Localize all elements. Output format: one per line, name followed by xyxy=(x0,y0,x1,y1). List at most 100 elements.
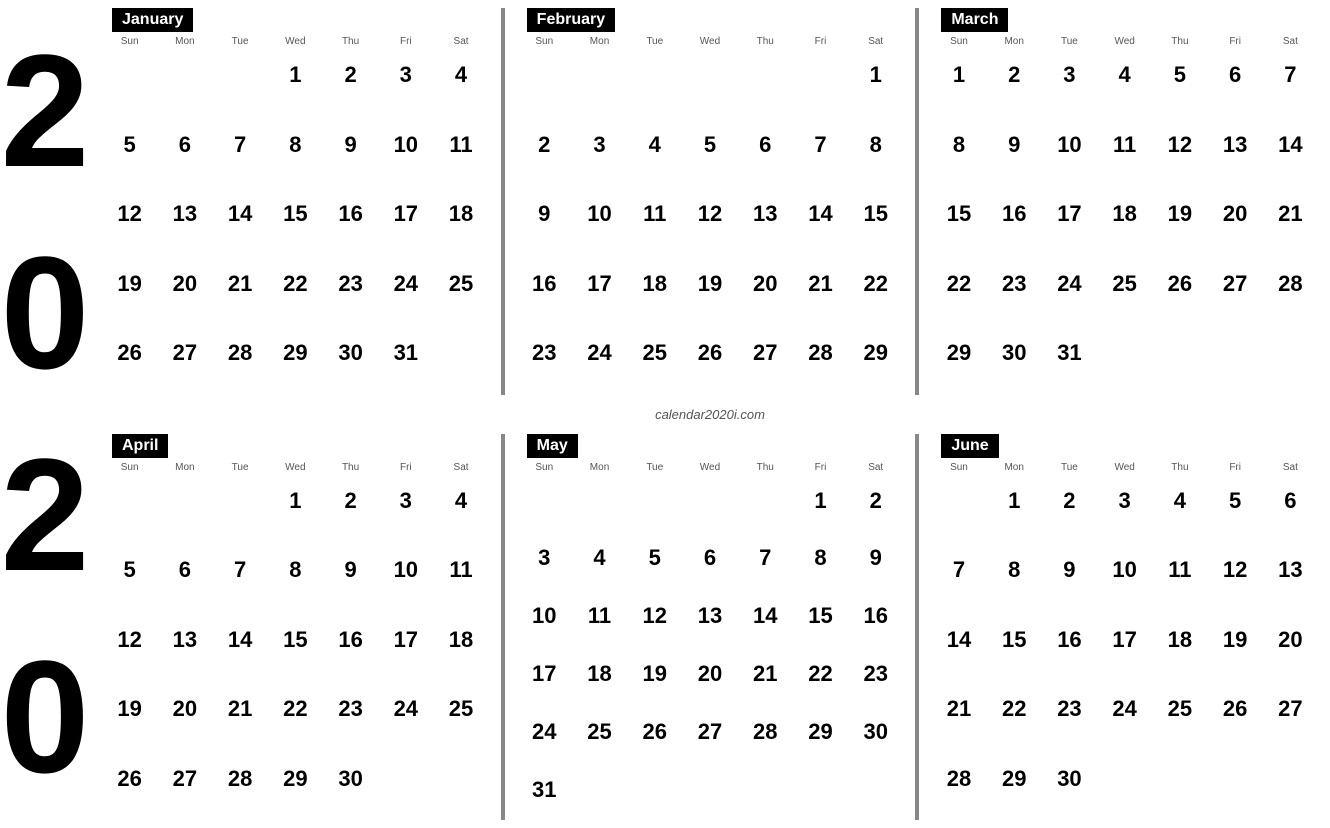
dow-label: Thu xyxy=(323,36,378,47)
dow-label: Sun xyxy=(102,462,157,473)
cal-day-cell: 13 xyxy=(682,590,737,642)
cal-day-cell: 9 xyxy=(1042,544,1097,596)
dow-label: Tue xyxy=(627,36,682,47)
dow-label: Fri xyxy=(793,36,848,47)
cal-day-cell: 12 xyxy=(1208,544,1263,596)
cal-day-cell: 20 xyxy=(738,258,793,310)
cal-day-cell: 23 xyxy=(848,648,903,700)
cal-day-cell: 8 xyxy=(987,544,1042,596)
cal-day-cell: 3 xyxy=(572,119,627,171)
dow-label: Mon xyxy=(572,462,627,473)
watermark: calendar2020i.com xyxy=(90,403,1330,426)
cal-day-cell: 4 xyxy=(1152,475,1207,527)
cal-day-cell: 25 xyxy=(433,258,488,310)
cal-day-cell: 7 xyxy=(793,119,848,171)
dow-label: Thu xyxy=(323,462,378,473)
month-june: JuneSunMonTueWedThuFriSat123456789101112… xyxy=(919,426,1330,828)
dow-label: Mon xyxy=(572,36,627,47)
cal-day-cell: 8 xyxy=(268,544,323,596)
cal-day-cell: 6 xyxy=(1263,475,1318,527)
cal-day-cell: 22 xyxy=(848,258,903,310)
cal-day-cell: 20 xyxy=(157,683,212,735)
cal-day-cell: 5 xyxy=(1152,49,1207,101)
cal-day-cell: 16 xyxy=(987,188,1042,240)
cal-day-cell: 28 xyxy=(793,327,848,379)
dow-label: Sat xyxy=(433,36,488,47)
cal-day-cell: 7 xyxy=(212,544,267,596)
dow-label: Sat xyxy=(433,462,488,473)
cal-day-cell: 1 xyxy=(793,475,848,527)
cal-day-cell: 27 xyxy=(157,753,212,805)
month-march: MarchSunMonTueWedThuFriSat12345678910111… xyxy=(919,0,1330,403)
cal-day-cell: 22 xyxy=(987,683,1042,735)
cal-day-cell: 30 xyxy=(987,327,1042,379)
cal-day-cell: 24 xyxy=(572,327,627,379)
year-digit-4: 0 xyxy=(1,637,90,797)
month-title-february: February xyxy=(529,10,613,30)
cal-day-cell: 9 xyxy=(848,532,903,584)
cal-empty-cell xyxy=(793,49,848,101)
cal-day-cell: 29 xyxy=(268,327,323,379)
cal-day-cell: 16 xyxy=(848,590,903,642)
cal-day-cell: 11 xyxy=(433,119,488,171)
cal-day-cell: 20 xyxy=(1208,188,1263,240)
cal-day-cell: 20 xyxy=(682,648,737,700)
cal-empty-cell xyxy=(102,475,157,527)
cal-day-cell: 10 xyxy=(378,119,433,171)
year-column: 2 0 2 0 xyxy=(0,0,90,828)
calendar-grid: 1234567891011121314151617181920212223242… xyxy=(102,475,489,821)
cal-day-cell: 22 xyxy=(268,683,323,735)
cal-day-cell: 10 xyxy=(1042,119,1097,171)
cal-empty-cell xyxy=(682,475,737,527)
cal-empty-cell xyxy=(572,49,627,101)
dow-label: Sat xyxy=(1263,36,1318,47)
cal-day-cell: 7 xyxy=(1263,49,1318,101)
cal-day-cell: 14 xyxy=(738,590,793,642)
cal-day-cell: 12 xyxy=(102,614,157,666)
cal-empty-cell xyxy=(627,49,682,101)
cal-day-cell: 16 xyxy=(323,188,378,240)
cal-day-cell: 3 xyxy=(517,532,572,584)
cal-day-cell: 19 xyxy=(682,258,737,310)
cal-day-cell: 10 xyxy=(378,544,433,596)
cal-day-cell: 25 xyxy=(572,706,627,758)
dow-label: Thu xyxy=(738,36,793,47)
cal-day-cell: 14 xyxy=(931,614,986,666)
bottom-half: AprilSunMonTueWedThuFriSat12345678910111… xyxy=(90,426,1330,828)
cal-day-cell: 26 xyxy=(102,327,157,379)
dow-label: Mon xyxy=(987,462,1042,473)
cal-day-cell: 16 xyxy=(1042,614,1097,666)
cal-day-cell: 30 xyxy=(323,327,378,379)
dow-label: Mon xyxy=(987,36,1042,47)
dow-label: Sun xyxy=(102,36,157,47)
cal-day-cell: 2 xyxy=(517,119,572,171)
dow-label: Tue xyxy=(1042,36,1097,47)
cal-day-cell: 3 xyxy=(1042,49,1097,101)
cal-day-cell: 28 xyxy=(738,706,793,758)
cal-day-cell: 1 xyxy=(268,475,323,527)
cal-day-cell: 18 xyxy=(1152,614,1207,666)
cal-day-cell: 29 xyxy=(268,753,323,805)
cal-day-cell: 1 xyxy=(931,49,986,101)
dow-label: Sun xyxy=(931,462,986,473)
cal-day-cell: 24 xyxy=(1097,683,1152,735)
cal-day-cell: 5 xyxy=(1208,475,1263,527)
cal-day-cell: 25 xyxy=(1097,258,1152,310)
cal-day-cell: 24 xyxy=(1042,258,1097,310)
month-title-april: April xyxy=(114,436,166,456)
cal-day-cell: 21 xyxy=(212,683,267,735)
cal-day-cell: 14 xyxy=(212,614,267,666)
cal-day-cell: 30 xyxy=(1042,753,1097,805)
cal-day-cell: 9 xyxy=(987,119,1042,171)
dow-label: Thu xyxy=(1152,36,1207,47)
cal-day-cell: 7 xyxy=(212,119,267,171)
cal-day-cell: 11 xyxy=(572,590,627,642)
cal-day-cell: 11 xyxy=(1097,119,1152,171)
cal-day-cell: 31 xyxy=(1042,327,1097,379)
cal-day-cell: 25 xyxy=(627,327,682,379)
cal-day-cell: 29 xyxy=(793,706,848,758)
cal-day-cell: 26 xyxy=(1152,258,1207,310)
cal-empty-cell xyxy=(738,475,793,527)
cal-day-cell: 9 xyxy=(323,119,378,171)
dow-label: Tue xyxy=(212,36,267,47)
